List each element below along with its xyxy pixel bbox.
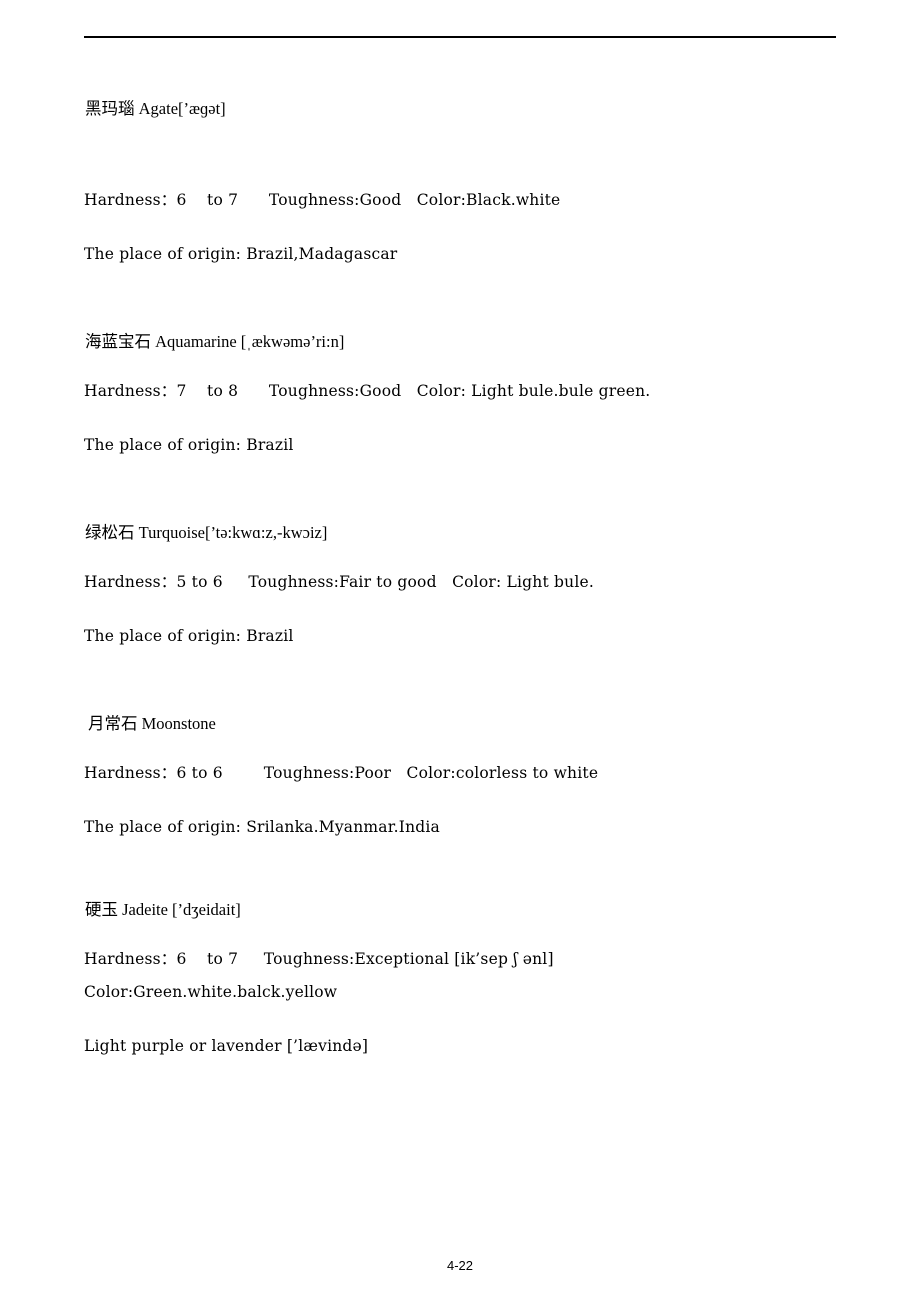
gem-origin-line: The place of origin: Srilanka.Myanmar.In… [84,818,441,836]
gem-hardness-line: Hardness：6 to 6 Toughness:Poor Color:col… [84,764,599,782]
gem-heading: 月常石 Moonstone [88,714,216,733]
gem-heading: 绿松石 Turquoise[’tə:kwɑ:z,-kwɔiz] [85,523,328,542]
gem-heading: 黑玛瑙 Agate[’æɡət] [85,99,226,118]
gem-entry-turquoise: 绿松石 Turquoise[’tə:kwɑ:z,-kwɔiz] Hardness… [84,520,844,653]
header-rule [84,36,836,38]
gem-entry-jadeite: 硬玉 Jadeite [’dʒeidait] Hardness：6 to 7 T… [84,897,844,1063]
gem-hardness-line: Hardness：6 to 7 Toughness:Good Color:Bla… [84,191,561,209]
gem-hardness-line: Hardness：7 to 8 Toughness:Good Color: Li… [84,382,651,400]
gem-heading: 硬玉 Jadeite [’dʒeidait] [85,900,241,919]
gem-hardness-line: Hardness：6 to 7 Toughness:Exceptional [i… [84,950,554,968]
document-page: 黑玛瑙 Agate[’æɡət] Hardness：6 to 7 Toughne… [0,0,920,1302]
gem-origin-line: The place of origin: Brazil [84,436,294,454]
gem-origin-line: The place of origin: Brazil,Madagascar [84,245,398,263]
gem-extra-line: Light purple or lavender [’lævində] [84,1037,369,1055]
page-number-footer: 4-22 [446,1258,474,1273]
gem-hardness-line: Hardness：5 to 6 Toughness:Fair to good C… [84,573,594,591]
gem-entry-aquamarine: 海蓝宝石 Aquamarine [ˌækwəmə’ri:n] Hardness：… [84,329,844,462]
gem-entry-agate: 黑玛瑙 Agate[’æɡət] Hardness：6 to 7 Toughne… [84,96,844,271]
gem-origin-line: The place of origin: Brazil [84,627,294,645]
gem-color-line: Color:Green.white.balck.yellow [84,983,338,1001]
gem-entry-moonstone: 月常石 Moonstone Hardness：6 to 6 Toughness:… [84,711,844,844]
document-body: 黑玛瑙 Agate[’æɡət] Hardness：6 to 7 Toughne… [84,96,844,1063]
gem-heading: 海蓝宝石 Aquamarine [ˌækwəmə’ri:n] [85,332,345,351]
